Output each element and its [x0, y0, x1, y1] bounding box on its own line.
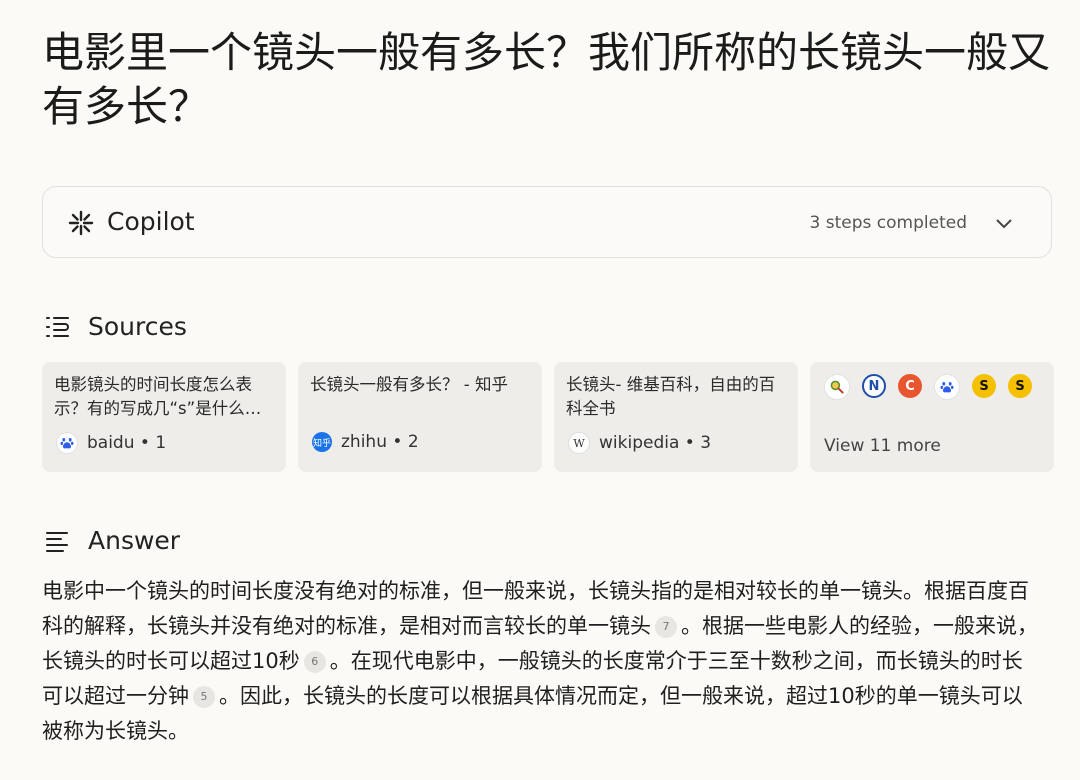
answer-heading: Answer	[88, 526, 181, 555]
source-name: wikipedia	[599, 433, 680, 453]
source-card-meta: W wikipedia • 3	[568, 432, 711, 454]
answer-text: 电影中一个镜头的时间长度没有绝对的标准，但一般来说，长镜头指的是相对较长的单一镜…	[42, 574, 1042, 749]
copilot-sparkle-icon	[68, 210, 94, 236]
source-card-title: 长镜头- 维基百科，自由的百科全书	[566, 375, 776, 418]
source-card-meta: baidu • 1	[56, 432, 166, 454]
zhihu-icon: 知乎	[312, 432, 332, 452]
magnifier-icon	[824, 374, 850, 400]
source-card-wikipedia[interactable]: 长镜头- 维基百科，自由的百科全书 W wikipedia • 3	[554, 362, 798, 472]
sources-list-icon	[46, 317, 69, 337]
citation-badge[interactable]: 7	[655, 616, 677, 638]
source-card-zhihu[interactable]: 长镜头一般有多长？ - 知乎 知乎 zhihu • 2	[298, 362, 542, 472]
view-more-link[interactable]: View 11 more	[824, 436, 941, 456]
copilot-label: Copilot	[107, 207, 195, 236]
chevron-down-icon[interactable]	[993, 212, 1015, 234]
answer-part: 。因此，长镜头的长度可以根据具体情况而定，但一般来说，超过10秒的单一镜头可以被…	[42, 684, 1023, 743]
source-index: 1	[155, 433, 167, 453]
view-more-card[interactable]: N C S S View 11 more	[810, 362, 1054, 472]
answer-lines-icon	[46, 532, 68, 552]
source-index: 2	[407, 432, 419, 452]
baidu-icon	[56, 432, 78, 454]
sources-list: 电影镜头的时间长度怎么表示？有的写成几“s”是什么… baidu • 1 长镜头…	[42, 362, 1054, 472]
steps-status: 3 steps completed	[809, 213, 967, 233]
source-card-meta: 知乎 zhihu • 2	[312, 432, 419, 452]
baidu-icon	[934, 374, 960, 400]
s-logo-icon: S	[1008, 374, 1032, 398]
more-source-icons: N C S S	[824, 374, 1044, 400]
n-logo-icon: N	[862, 374, 886, 398]
wikipedia-icon: W	[568, 432, 590, 454]
c-logo-icon: C	[898, 374, 922, 398]
citation-badge[interactable]: 6	[303, 651, 326, 673]
s-logo-icon: S	[972, 374, 996, 398]
source-name: zhihu	[341, 432, 387, 452]
source-index: 3	[700, 433, 712, 453]
question-title: 电影里一个镜头一般有多长？我们所称的长镜头一般又有多长？	[42, 28, 1051, 131]
source-card-baidu[interactable]: 电影镜头的时间长度怎么表示？有的写成几“s”是什么… baidu • 1	[42, 362, 286, 472]
source-card-title: 电影镜头的时间长度怎么表示？有的写成几“s”是什么…	[54, 375, 262, 418]
answer-header: Answer	[44, 524, 180, 558]
copilot-panel[interactable]: Copilot 3 steps completed	[42, 186, 1052, 258]
source-card-title: 长镜头一般有多长？ - 知乎	[310, 375, 508, 394]
sources-heading: Sources	[88, 312, 187, 341]
sources-header: Sources	[44, 310, 187, 344]
source-name: baidu	[87, 433, 135, 453]
citation-badge[interactable]: 5	[193, 686, 215, 708]
